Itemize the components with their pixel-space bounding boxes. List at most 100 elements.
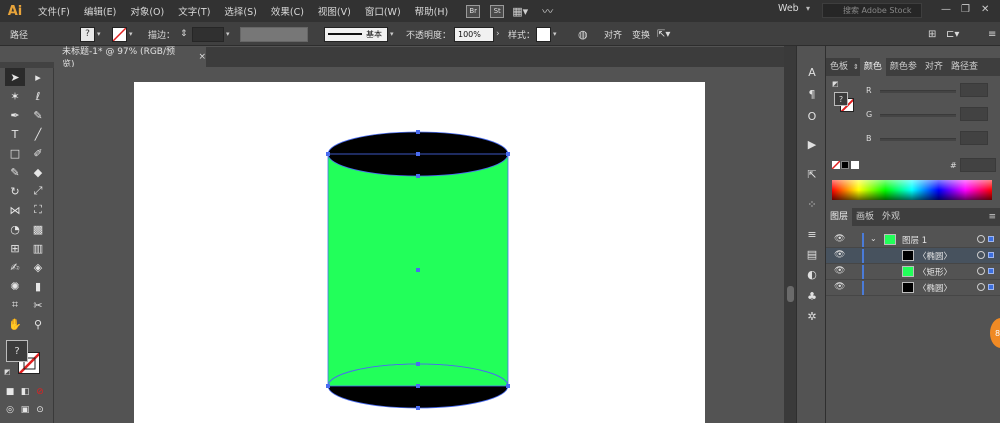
opacity-input[interactable]: 100% xyxy=(454,26,494,42)
minimize-icon[interactable]: — xyxy=(941,4,951,15)
stroke-none-swatch[interactable] xyxy=(112,26,127,42)
magic-wand-tool-icon[interactable]: ✶ xyxy=(5,87,25,105)
stroke-weight-spinner[interactable]: ⇕ xyxy=(180,22,188,46)
isolate-icon[interactable]: ⇱▾ xyxy=(657,22,670,46)
tab-color-guide[interactable]: 颜色参 xyxy=(886,58,921,76)
arrange-documents-icon[interactable]: ▦▾ xyxy=(512,5,528,18)
tab-layers[interactable]: 图层 xyxy=(826,208,853,226)
color-mode-icon[interactable]: ■ xyxy=(3,383,17,401)
brush-definition-field[interactable]: 基本 xyxy=(324,26,388,42)
stock-button[interactable]: St xyxy=(490,4,505,18)
align-button[interactable]: 对齐 xyxy=(604,22,622,46)
draw-mode-icon[interactable]: ▣ xyxy=(18,401,32,419)
tab-swatches-arrow[interactable]: ⇕ xyxy=(852,58,860,76)
selection-tool-icon[interactable]: ➤ xyxy=(5,68,25,86)
chevron-down-icon[interactable]: ▾ xyxy=(129,30,133,38)
paragraph-panel-icon[interactable]: ¶ xyxy=(803,86,821,102)
paintbrush-tool-icon[interactable]: ✐ xyxy=(28,144,48,162)
free-transform-tool-icon[interactable]: ⛶ xyxy=(28,201,48,219)
menu-help[interactable]: 帮助(H) xyxy=(415,4,449,18)
draw-normal-icon[interactable]: ◎ xyxy=(3,401,17,419)
menu-icon[interactable]: ≡ xyxy=(988,22,996,46)
tab-swatches[interactable]: 色板 xyxy=(826,58,852,76)
hex-field[interactable] xyxy=(960,158,996,172)
hand-tool-icon[interactable]: ✋ xyxy=(5,315,25,333)
workspace-switcher[interactable]: Web xyxy=(778,3,799,14)
layer-row[interactable]: 👁 〈椭圆〉 xyxy=(826,280,1000,296)
green-value-field[interactable] xyxy=(960,107,988,121)
layer-name[interactable]: 〈椭圆〉 xyxy=(918,250,952,262)
white-color-button[interactable] xyxy=(851,161,859,169)
red-slider[interactable] xyxy=(880,90,956,93)
none-color-button[interactable] xyxy=(832,161,840,169)
slice-tool-icon[interactable]: ✂ xyxy=(28,296,48,314)
rotate-tool-icon[interactable]: ↻ xyxy=(5,182,25,200)
black-color-button[interactable] xyxy=(841,161,849,169)
canvas-area[interactable] xyxy=(54,67,784,423)
libraries-panel-icon[interactable]: ⁘ xyxy=(803,196,821,212)
tab-appearance[interactable]: 外观 xyxy=(878,208,904,226)
layer-row[interactable]: 👁 〈椭圆〉 xyxy=(826,248,1000,264)
scroll-thumb[interactable] xyxy=(787,286,794,302)
layer-name[interactable]: 图层 1 xyxy=(902,234,927,246)
selection-indicator[interactable] xyxy=(988,284,994,290)
color-spectrum-shade[interactable] xyxy=(832,180,992,200)
stroke-control[interactable]: ▾ xyxy=(112,22,133,46)
eraser-tool-icon[interactable]: ◆ xyxy=(28,163,48,181)
panel-options-icon[interactable]: ⊏▾ xyxy=(946,22,959,46)
chevron-down-icon[interactable]: ⌄ xyxy=(870,234,877,243)
gradient-panel-icon[interactable]: ▤ xyxy=(803,246,821,262)
visibility-eye-icon[interactable]: 👁 xyxy=(834,282,845,292)
stock-search-input[interactable]: 搜索 Adobe Stock xyxy=(822,3,922,18)
target-icon[interactable] xyxy=(977,235,985,243)
pen-tool-icon[interactable]: ✒ xyxy=(5,106,25,124)
symbol-sprayer-tool-icon[interactable]: ✺ xyxy=(5,277,25,295)
shaper-tool-icon[interactable]: ✎ xyxy=(5,163,25,181)
fill-swatch[interactable]: ? xyxy=(6,340,28,362)
chevron-down-icon[interactable]: ▾ xyxy=(553,30,557,38)
blue-slider[interactable] xyxy=(880,138,956,141)
chevron-down-icon[interactable]: ▾ xyxy=(806,4,810,13)
menu-view[interactable]: 视图(V) xyxy=(318,4,351,18)
direct-selection-tool-icon[interactable]: ▸ xyxy=(28,68,48,86)
opacity-field[interactable]: 100% › xyxy=(454,22,500,46)
blue-value-field[interactable] xyxy=(960,131,988,145)
layer-row[interactable]: 👁 〈矩形〉 xyxy=(826,264,1000,280)
menu-object[interactable]: 对象(O) xyxy=(130,4,164,18)
rectangle-tool-icon[interactable]: □ xyxy=(5,144,25,162)
type-tool-icon[interactable]: T xyxy=(5,125,25,143)
graphic-styles-panel-icon[interactable]: ✲ xyxy=(803,308,821,324)
perspective-grid-tool-icon[interactable]: ▩ xyxy=(28,220,48,238)
stroke-panel-icon[interactable]: ≡ xyxy=(803,226,821,242)
gpu-performance-icon[interactable]: 〰 xyxy=(542,3,553,19)
vertical-scrollbar[interactable] xyxy=(784,46,796,423)
default-colors-icon[interactable]: ◩ xyxy=(832,80,839,88)
red-value-field[interactable] xyxy=(960,83,988,97)
bridge-button[interactable]: Br xyxy=(466,4,481,18)
mesh-tool-icon[interactable]: ⊞ xyxy=(5,239,25,257)
menu-window[interactable]: 窗口(W) xyxy=(365,4,401,18)
chevron-down-icon[interactable]: ▾ xyxy=(97,30,101,38)
shape-builder-tool-icon[interactable]: ◔ xyxy=(5,220,25,238)
tab-artboards[interactable]: 画板 xyxy=(852,208,878,226)
line-tool-icon[interactable]: ╱ xyxy=(28,125,48,143)
fill-swatch[interactable]: ? xyxy=(834,92,848,106)
selection-indicator[interactable] xyxy=(988,252,994,258)
gradient-tool-icon[interactable]: ▥ xyxy=(28,239,48,257)
menu-select[interactable]: 选择(S) xyxy=(224,4,256,18)
transform-button[interactable]: 变换 xyxy=(632,22,650,46)
visibility-eye-icon[interactable]: 👁 xyxy=(834,234,845,244)
menu-edit[interactable]: 编辑(E) xyxy=(84,4,116,18)
brush-definition-dropdown[interactable]: 基本 ▾ xyxy=(324,22,394,46)
actions-panel-icon[interactable]: ▶ xyxy=(803,136,821,152)
fill-stroke-widget[interactable]: ? ◩ xyxy=(4,340,48,382)
zoom-tool-icon[interactable]: ⚲ xyxy=(28,315,48,333)
tab-pathfinder[interactable]: 路径查 xyxy=(947,58,982,76)
blend-tool-icon[interactable]: ◈ xyxy=(28,258,48,276)
menu-file[interactable]: 文件(F) xyxy=(38,4,70,18)
artboard-tool-icon[interactable]: ⌗ xyxy=(5,296,25,314)
target-icon[interactable] xyxy=(977,251,985,259)
visibility-eye-icon[interactable]: 👁 xyxy=(834,266,845,276)
chevron-right-icon[interactable]: › xyxy=(496,29,500,39)
recolor-artwork-icon[interactable]: ◍ xyxy=(578,22,588,46)
